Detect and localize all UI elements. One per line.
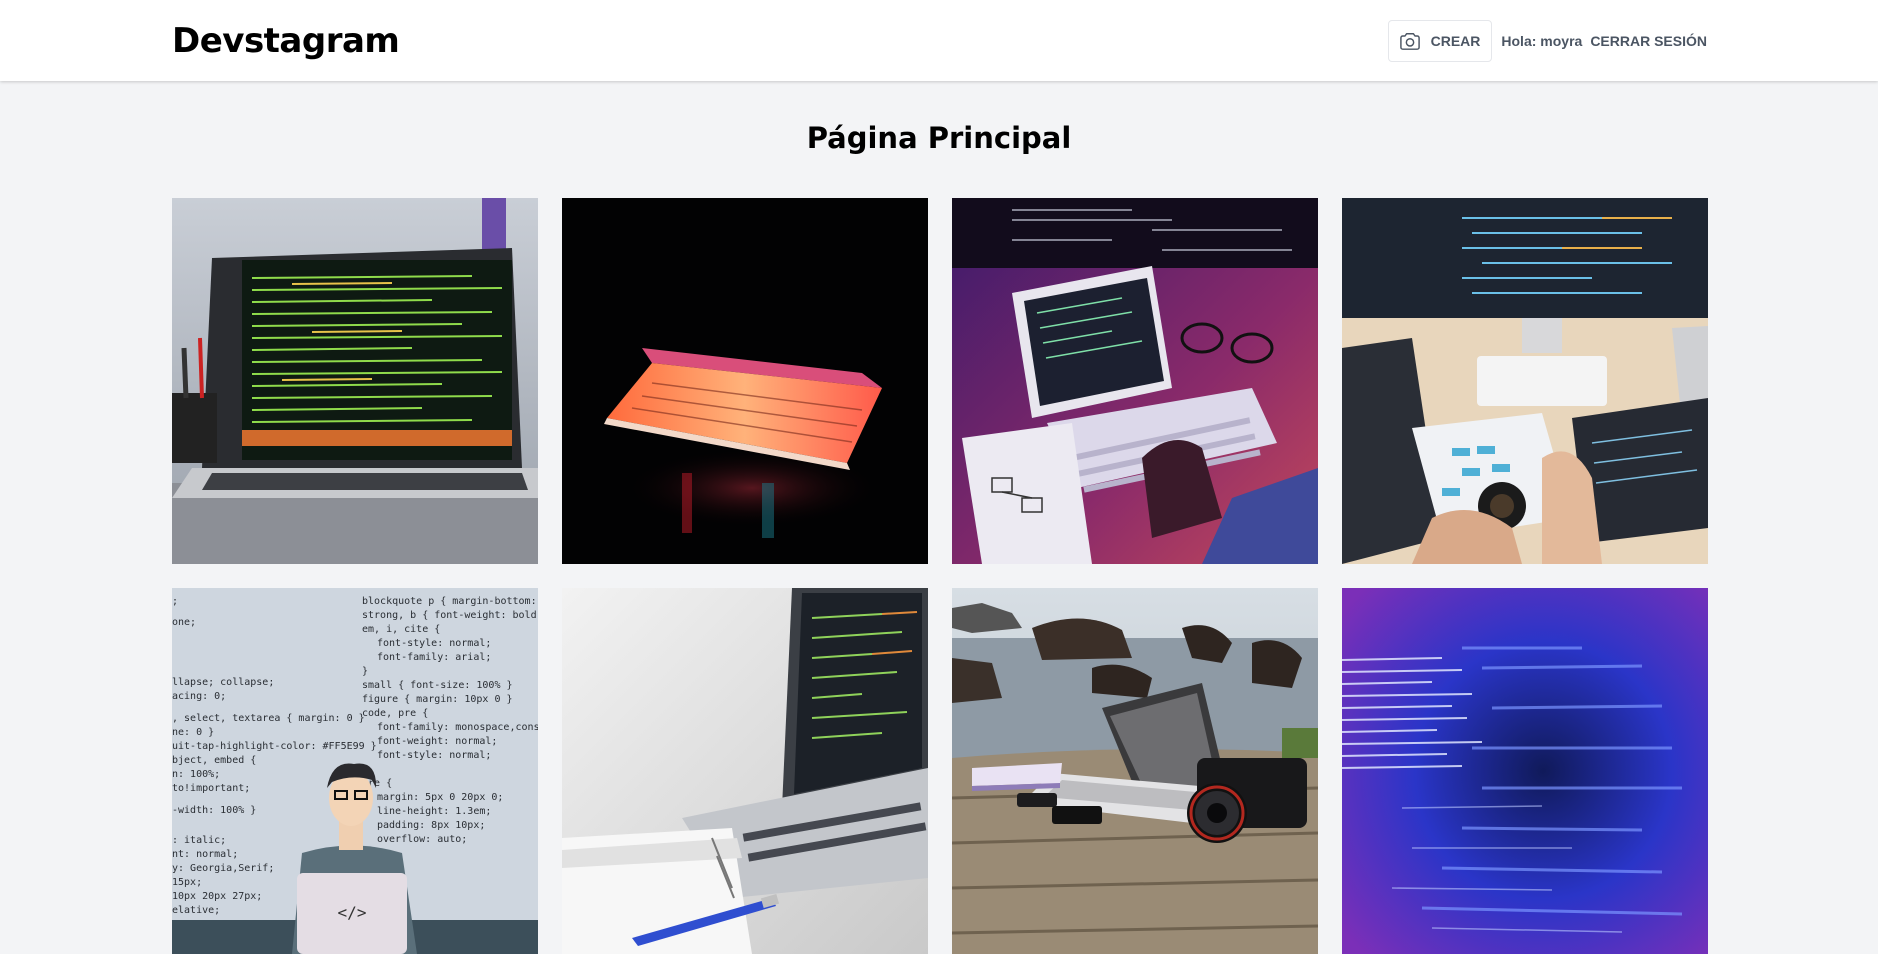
svg-text:, select, textarea { margin: 0: , select, textarea { margin: 0 }	[172, 713, 365, 724]
svg-text:nt: normal;: nt: normal;	[172, 849, 238, 860]
svg-text:n: 100%;: n: 100%;	[172, 769, 220, 780]
svg-text:overflow: auto;: overflow: auto;	[377, 834, 467, 845]
svg-text:: italic;: : italic;	[172, 835, 226, 846]
svg-text:small { font-size: 100% }: small { font-size: 100% }	[362, 680, 513, 691]
svg-text:llapse; collapse;: llapse; collapse;	[172, 677, 274, 688]
svg-text:</>: </>	[338, 903, 367, 922]
site-logo[interactable]: Devstagram	[172, 21, 400, 61]
create-label: CREAR	[1430, 32, 1481, 49]
create-post-button[interactable]: CREAR	[1387, 19, 1493, 62]
logout-button[interactable]: CERRAR SESIÓN	[1590, 33, 1707, 49]
svg-text:em, i, cite {: em, i, cite {	[362, 624, 440, 635]
svg-text:15px;: 15px;	[172, 877, 202, 888]
post-thumbnail[interactable]: ; one; llapse; collapse; acing: 0; , selec…	[172, 588, 538, 954]
posts-grid: ; one; llapse; collapse; acing: 0; , selec…	[172, 198, 1708, 954]
svg-text:line-height: 1.3em;: line-height: 1.3em;	[377, 806, 491, 817]
svg-text:y: Georgia,Serif;: y: Georgia,Serif;	[172, 863, 274, 874]
svg-text:strong, b { font-weight: bold: strong, b { font-weight: bold }	[362, 610, 538, 621]
svg-text:font-weight: normal;: font-weight: normal;	[377, 736, 497, 747]
tablet-keyboard-image	[952, 198, 1318, 564]
post-thumbnail[interactable]	[172, 198, 538, 564]
blurred-code-image	[1342, 588, 1708, 954]
svg-text:one;: one;	[172, 617, 196, 628]
post-thumbnail[interactable]	[1342, 588, 1708, 954]
svg-text:ne: 0 }: ne: 0 }	[172, 727, 214, 738]
svg-text:blockquote p { margin-bottom:: blockquote p { margin-bottom: 10	[362, 596, 538, 607]
svg-text:code, pre {: code, pre {	[362, 708, 428, 719]
svg-text:font-family: arial;: font-family: arial;	[377, 652, 491, 663]
svg-text:acing: 0;: acing: 0;	[172, 691, 226, 702]
svg-text:bject, embed {: bject, embed {	[172, 755, 256, 766]
developer-illustration-image: ; one; llapse; collapse; acing: 0; , selec…	[172, 588, 538, 954]
svg-text:uit-tap-highlight-color: #FF5E: uit-tap-highlight-color: #FF5E99 }	[172, 741, 377, 752]
user-greeting: Hola: moyra	[1501, 32, 1583, 49]
svg-text:padding: 8px 10px;: padding: 8px 10px;	[377, 820, 485, 831]
post-thumbnail[interactable]	[562, 588, 928, 954]
svg-text:margin: 5px 0 20px 0;: margin: 5px 0 20px 0;	[377, 792, 503, 803]
post-thumbnail[interactable]	[1342, 198, 1708, 564]
laptop-camera-sea-image	[952, 588, 1318, 954]
camera-icon	[1399, 31, 1421, 51]
post-thumbnail[interactable]	[562, 198, 928, 564]
svg-text:font-style: normal;: font-style: normal;	[377, 638, 491, 649]
top-navbar: Devstagram CREAR Hola: moyra CERRAR SESI…	[0, 0, 1878, 81]
svg-text:font-style: normal;: font-style: normal;	[377, 750, 491, 761]
svg-text:to!important;: to!important;	[172, 783, 250, 794]
laptop-code-image	[172, 198, 538, 564]
post-thumbnail[interactable]	[952, 588, 1318, 954]
svg-text:;: ;	[172, 596, 178, 607]
laptop-notebook-image	[562, 588, 928, 954]
desk-overhead-image	[1342, 198, 1708, 564]
svg-text:-width: 100% }: -width: 100% }	[172, 805, 256, 816]
svg-text:font-family: monospace,consol: font-family: monospace,consol	[377, 722, 538, 733]
page-title: Página Principal	[806, 121, 1072, 155]
svg-text:10px 20px 27px;: 10px 20px 27px;	[172, 891, 262, 902]
svg-text:}: }	[362, 666, 368, 677]
post-thumbnail[interactable]	[952, 198, 1318, 564]
svg-text:figure { margin: 10px 0 }: figure { margin: 10px 0 }	[362, 694, 513, 705]
user-nav: CREAR Hola: moyra CERRAR SESIÓN	[1387, 19, 1707, 62]
glowing-laptop-image	[562, 198, 928, 564]
svg-text:elative;: elative;	[172, 905, 220, 916]
